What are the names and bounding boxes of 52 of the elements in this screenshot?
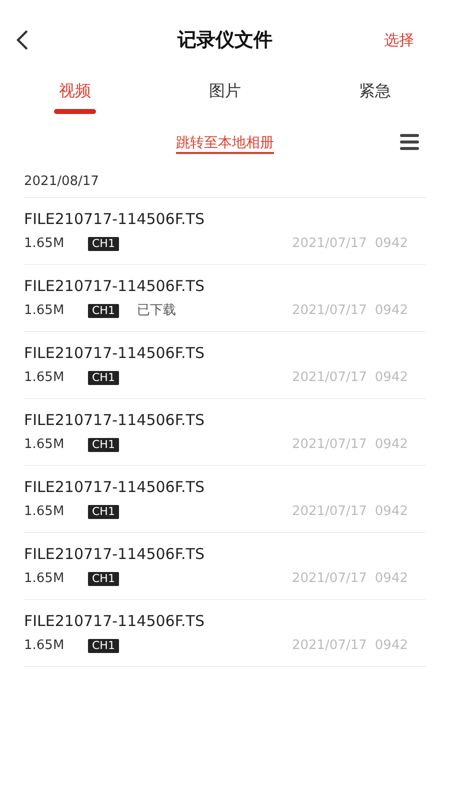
back-icon[interactable] <box>15 29 29 51</box>
file-date: 2021/07/17 <box>292 302 367 320</box>
channel-badge: CH1 <box>88 438 119 452</box>
file-row[interactable]: FILE210717-114506F.TS 1.65M CH1 2021/07/17 0942 <box>24 198 426 265</box>
file-time: 0942 <box>374 503 408 521</box>
file-time: 0942 <box>374 302 408 320</box>
file-date: 2021/07/17 <box>292 369 367 387</box>
file-row[interactable]: FILE210717-114506F.TS 1.65M CH1 2021/07/17 0942 <box>24 533 426 600</box>
file-size: 1.65M <box>24 369 66 387</box>
file-row[interactable]: FILE210717-114506F.TS 1.65M CH1 2021/07/17 0942 <box>24 399 426 466</box>
file-size: 1.65M <box>24 436 66 454</box>
file-date: 2021/07/17 <box>292 570 367 588</box>
file-size: 1.65M <box>24 637 66 655</box>
file-row[interactable]: FILE210717-114506F.TS 1.65M CH1 2021/07/17 0942 <box>24 332 426 399</box>
download-status: 已下载 <box>136 302 176 320</box>
file-size: 1.65M <box>24 302 66 320</box>
select-button[interactable]: 选择 <box>384 29 414 52</box>
file-size: 1.65M <box>24 570 66 588</box>
file-row[interactable]: FILE210717-114506F.TS 1.65M CH1 2021/07/17 0942 <box>24 466 426 533</box>
file-row[interactable]: FILE210717-114506F.TS 1.65M CH1 2021/07/17 0942 <box>24 600 426 667</box>
file-name: FILE210717-114506F.TS <box>24 209 206 229</box>
channel-badge: CH1 <box>88 304 119 318</box>
file-date: 2021/07/17 <box>292 235 367 253</box>
page-title: 记录仪文件 <box>178 28 272 53</box>
file-name: FILE210717-114506F.TS <box>24 343 206 363</box>
file-date: 2021/07/17 <box>292 436 367 454</box>
menu-icon[interactable] <box>400 133 419 151</box>
channel-badge: CH1 <box>88 505 119 519</box>
date-group-header: 2021/08/17 <box>24 166 426 198</box>
file-size: 1.65M <box>24 235 66 253</box>
file-name: FILE210717-114506F.TS <box>24 410 206 430</box>
file-time: 0942 <box>374 436 408 454</box>
file-time: 0942 <box>374 570 408 588</box>
channel-badge: CH1 <box>88 639 119 653</box>
file-name: FILE210717-114506F.TS <box>24 477 206 497</box>
channel-badge: CH1 <box>88 572 119 586</box>
tab[interactable]: 视频 <box>59 80 91 102</box>
tab[interactable]: 图片 <box>209 80 241 102</box>
file-name: FILE210717-114506F.TS <box>24 544 206 564</box>
file-time: 0942 <box>374 369 408 387</box>
file-name: FILE210717-114506F.TS <box>24 276 206 296</box>
file-size: 1.65M <box>24 503 66 521</box>
channel-badge: CH1 <box>88 371 119 385</box>
file-date: 2021/07/17 <box>292 503 367 521</box>
file-name: FILE210717-114506F.TS <box>24 611 206 631</box>
file-date: 2021/07/17 <box>292 637 367 655</box>
album-link[interactable]: 跳转至本地相册 <box>176 134 274 154</box>
tab[interactable]: 紧急 <box>359 80 391 102</box>
file-time: 0942 <box>374 235 408 253</box>
file-row[interactable]: FILE210717-114506F.TS 1.65M CH1 已下载 2021/07/17 0942 <box>24 265 426 332</box>
file-time: 0942 <box>374 637 408 655</box>
channel-badge: CH1 <box>88 237 119 251</box>
